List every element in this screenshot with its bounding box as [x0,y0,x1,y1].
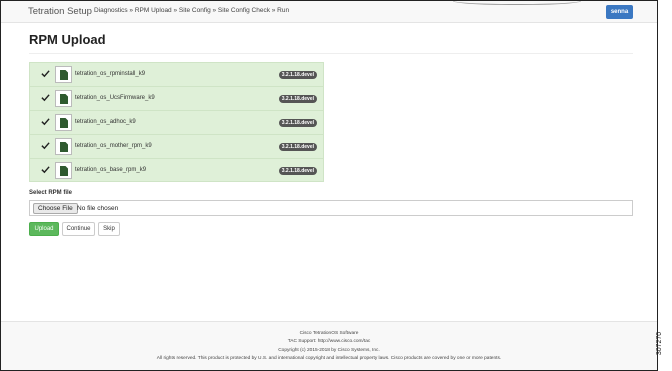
rpm-name: tetration_os_base_rpm_k9 [75,167,147,173]
choose-file-button[interactable]: Choose File [33,203,78,214]
file-icon-box [55,90,72,107]
rpm-list-item: tetration_os_base_rpm_k9 3.2.1.18.devel [30,159,323,183]
footer-copyright: Copyright (c) 2015-2018 by Cisco Systems… [278,348,380,353]
page-title: RPM Upload [29,32,106,47]
rpm-file-icon [60,166,68,176]
skip-button[interactable]: Skip [98,222,120,236]
check-icon [41,70,50,78]
version-badge: 3.2.1.18.devel [278,143,317,151]
rpm-list-item: tetration_os_rpminstall_k9 3.2.1.18.deve… [30,63,323,87]
rpm-name: tetration_os_UcsFirmware_k9 [75,95,155,101]
file-icon-box [55,162,72,179]
file-icon-box [55,66,72,83]
rpm-file-icon [60,118,68,128]
brand-title[interactable]: Tetration Setup [28,6,92,17]
figure-id: 307270 [656,326,671,366]
window-decoration [453,1,581,5]
file-status-text: No file chosen [77,205,119,212]
rpm-file-icon [60,94,68,104]
rpm-file-input[interactable]: Choose File No file chosen [29,200,633,216]
footer-product: Cisco TetrationOS Software [299,331,359,336]
check-icon [41,142,50,150]
rpm-file-icon [60,70,68,80]
rpm-file-icon [60,142,68,152]
footer-rights: All rights reserved. This product is pro… [156,356,502,361]
rpm-name: tetration_os_mother_rpm_k9 [75,143,152,149]
check-icon [41,166,50,174]
rpm-name: tetration_os_adhoc_k9 [75,119,136,125]
check-icon [41,94,50,102]
file-icon-box [55,114,72,131]
user-menu-button[interactable]: senna [606,5,633,19]
upload-button[interactable]: Upload [29,222,59,236]
version-badge: 3.2.1.18.devel [278,167,317,175]
version-badge: 3.2.1.18.devel [278,71,317,79]
rpm-list-item: tetration_os_mother_rpm_k9 3.2.1.18.deve… [30,135,323,159]
version-badge: 3.2.1.18.devel [278,119,317,127]
version-badge: 3.2.1.18.devel [278,95,317,103]
footer-tac-support: TAC Support: http://www.cisco.com/tac [287,339,371,344]
rpm-list-item: tetration_os_adhoc_k9 3.2.1.18.devel [30,111,323,135]
rpm-list-item: tetration_os_UcsFirmware_k9 3.2.1.18.dev… [30,87,323,111]
title-divider [29,53,633,54]
breadcrumb: Diagnostics » RPM Upload » Site Config »… [94,7,290,14]
figure-id-text: 307270 [656,331,664,356]
app-window: Tetration Setup Diagnostics » RPM Upload… [0,0,658,371]
top-navbar: Tetration Setup Diagnostics » RPM Upload… [1,1,657,23]
check-icon [41,118,50,126]
select-rpm-label: Select RPM file [29,190,73,196]
page-footer: Cisco TetrationOS Software TAC Support: … [1,321,657,370]
file-icon-box [55,138,72,155]
continue-button[interactable]: Continue [62,222,95,236]
rpm-list: tetration_os_rpminstall_k9 3.2.1.18.deve… [29,62,324,182]
rpm-name: tetration_os_rpminstall_k9 [75,71,146,77]
